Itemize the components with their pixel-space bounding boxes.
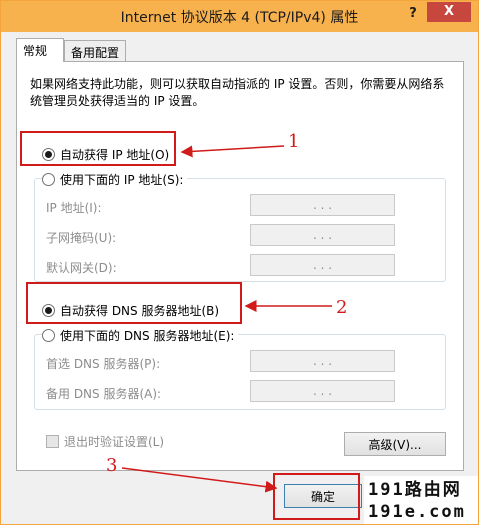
arrow-3 — [121, 467, 278, 493]
site-watermark: 191路由网 191e.com — [364, 476, 478, 524]
callout-2: 2 — [336, 297, 348, 318]
arrow-1 — [180, 145, 285, 158]
callout-3: 3 — [106, 455, 118, 476]
callout-1: 1 — [288, 131, 300, 152]
watermark-line2: 191e.com — [368, 502, 466, 522]
watermark-line1: 191路由网 — [368, 480, 462, 500]
tab-general[interactable]: 常规 — [16, 38, 64, 62]
annotation-arrows — [121, 145, 332, 493]
